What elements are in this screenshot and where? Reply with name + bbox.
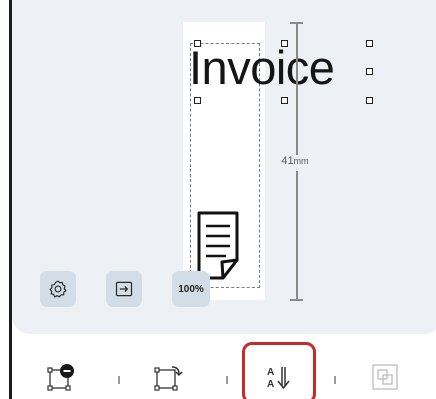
layer-arrange-button[interactable] [370, 362, 400, 392]
zoom-button[interactable]: 100% [172, 271, 210, 307]
dimension-cap-top [290, 22, 303, 24]
layer-arrange-icon [372, 364, 398, 390]
resize-handle-middle-right[interactable] [366, 68, 373, 75]
rotate-element-icon [154, 366, 183, 391]
label-editor: Invoice 41 mm 100% A A [0, 0, 436, 399]
dimension-value: 41 [281, 155, 294, 167]
gear-icon [49, 280, 67, 298]
rotate-element-button[interactable] [152, 362, 184, 392]
invoice-text-element[interactable]: Invoice [189, 44, 335, 91]
resize-handle-top-right[interactable] [366, 40, 373, 47]
settings-button[interactable] [40, 271, 76, 307]
export-icon [115, 281, 133, 297]
toolbar-separator [334, 376, 336, 384]
delete-element-button[interactable] [46, 362, 76, 392]
resize-handle-bottom-center[interactable] [281, 97, 288, 104]
toolbar-separator [226, 376, 228, 384]
highlight-outline [242, 342, 316, 399]
dimension-label: 41 mm [273, 155, 317, 171]
resize-handle-bottom-left[interactable] [194, 97, 201, 104]
zoom-level: 100% [178, 283, 204, 295]
export-button[interactable] [106, 271, 142, 307]
dimension-unit: mm [293, 156, 309, 166]
toolbar-separator [118, 376, 120, 384]
resize-handle-bottom-right[interactable] [366, 97, 373, 104]
delete-element-icon [47, 364, 74, 391]
dimension-cap-bottom [290, 299, 303, 301]
